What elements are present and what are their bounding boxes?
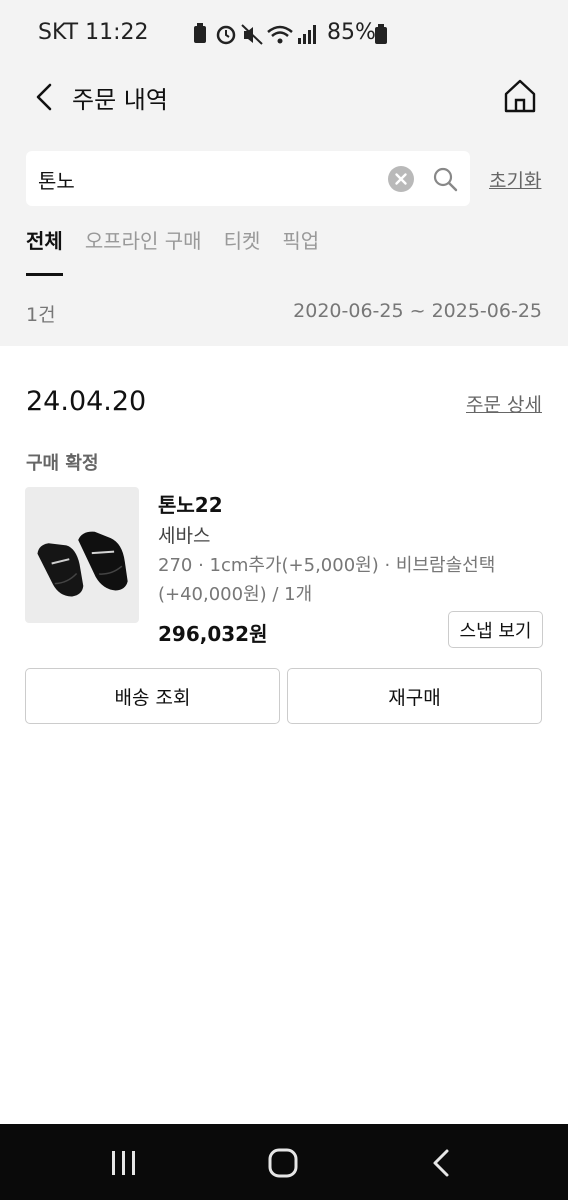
tab-all[interactable]: 전체 (26, 226, 63, 276)
status-bar: SKT 11:22 85% (0, 0, 568, 66)
signal-icon (298, 25, 316, 44)
product-name[interactable]: 톤노22 (158, 489, 223, 518)
product-brand: 세바스 (158, 525, 211, 547)
product-image[interactable] (25, 487, 139, 623)
product-options: 270 · 1cm추가(+5,000원) · 비브람솔선택 (+40,000원)… (158, 555, 496, 605)
order-date: 24.04.20 (26, 386, 147, 417)
search-input[interactable] (38, 163, 378, 195)
order-status: 구매 확정 (26, 453, 99, 474)
tab-offline-purchase[interactable]: 오프라인 구매 (85, 226, 202, 276)
snap-view-button[interactable]: 스냅 보기 (448, 611, 543, 648)
tab-pickup[interactable]: 픽업 (282, 226, 319, 276)
reset-link[interactable]: 초기화 (489, 166, 541, 193)
search-box (26, 151, 470, 206)
date-range[interactable]: 2020-06-25 ~ 2025-06-25 (293, 300, 542, 322)
tab-ticket[interactable]: 티켓 (224, 226, 261, 276)
battery-level: 85% (327, 20, 376, 45)
page-title: 주문 내역 (72, 86, 168, 114)
order-count: 1건 (26, 304, 56, 326)
mute-icon (241, 24, 263, 45)
system-nav-bar (0, 1124, 568, 1200)
recent-apps-icon[interactable] (110, 1150, 138, 1176)
home-icon[interactable] (500, 76, 540, 116)
wifi-icon (267, 25, 293, 44)
loafer-shoes-image (37, 531, 128, 597)
status-icons (194, 23, 316, 45)
alarm-icon (216, 25, 236, 45)
top-area: SKT 11:22 85% 주문 내역 초기화 (0, 0, 568, 346)
tab-bar: 전체 오프라인 구매 티켓 픽업 (26, 226, 319, 276)
rebuy-button[interactable]: 재구매 (287, 668, 542, 724)
battery-icon (375, 24, 387, 44)
carrier-time: SKT 11:22 (38, 20, 149, 45)
order-detail-link[interactable]: 주문 상세 (466, 390, 542, 417)
nav-home-icon[interactable] (268, 1148, 298, 1178)
header: 주문 내역 (0, 66, 568, 126)
battery-saver-icon (194, 23, 206, 43)
nav-back-icon[interactable] (430, 1148, 452, 1178)
search-icon[interactable] (431, 165, 459, 193)
chevron-left-icon[interactable] (28, 80, 62, 114)
track-shipping-button[interactable]: 배송 조회 (25, 668, 280, 724)
product-price: 296,032원 (158, 622, 268, 646)
clear-icon[interactable] (388, 166, 414, 192)
